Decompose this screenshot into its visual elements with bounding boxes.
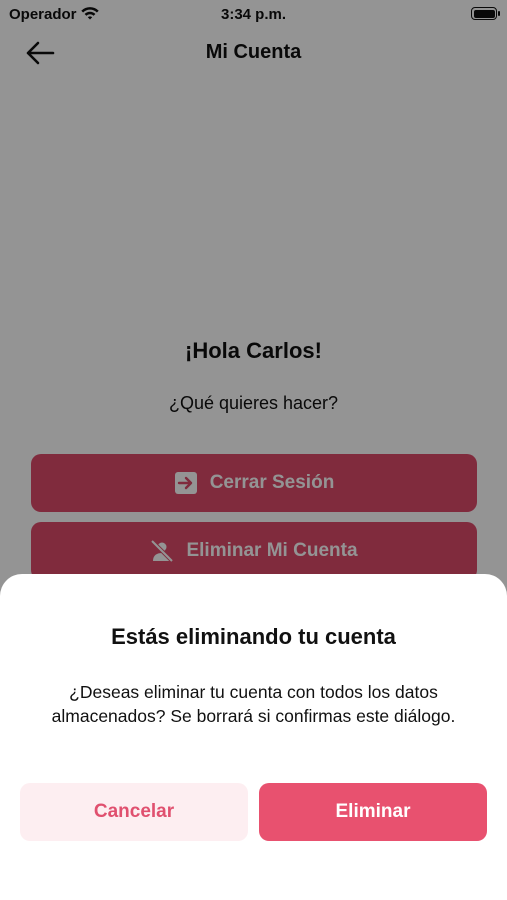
confirm-delete-dialog: Estás eliminando tu cuenta ¿Deseas elimi… [0, 574, 507, 900]
dialog-message: ¿Deseas eliminar tu cuenta con todos los… [51, 682, 456, 726]
dialog-title: Estás eliminando tu cuenta [111, 624, 396, 649]
cancel-button[interactable]: Cancelar [20, 783, 248, 841]
confirm-delete-button[interactable]: Eliminar [259, 783, 487, 841]
